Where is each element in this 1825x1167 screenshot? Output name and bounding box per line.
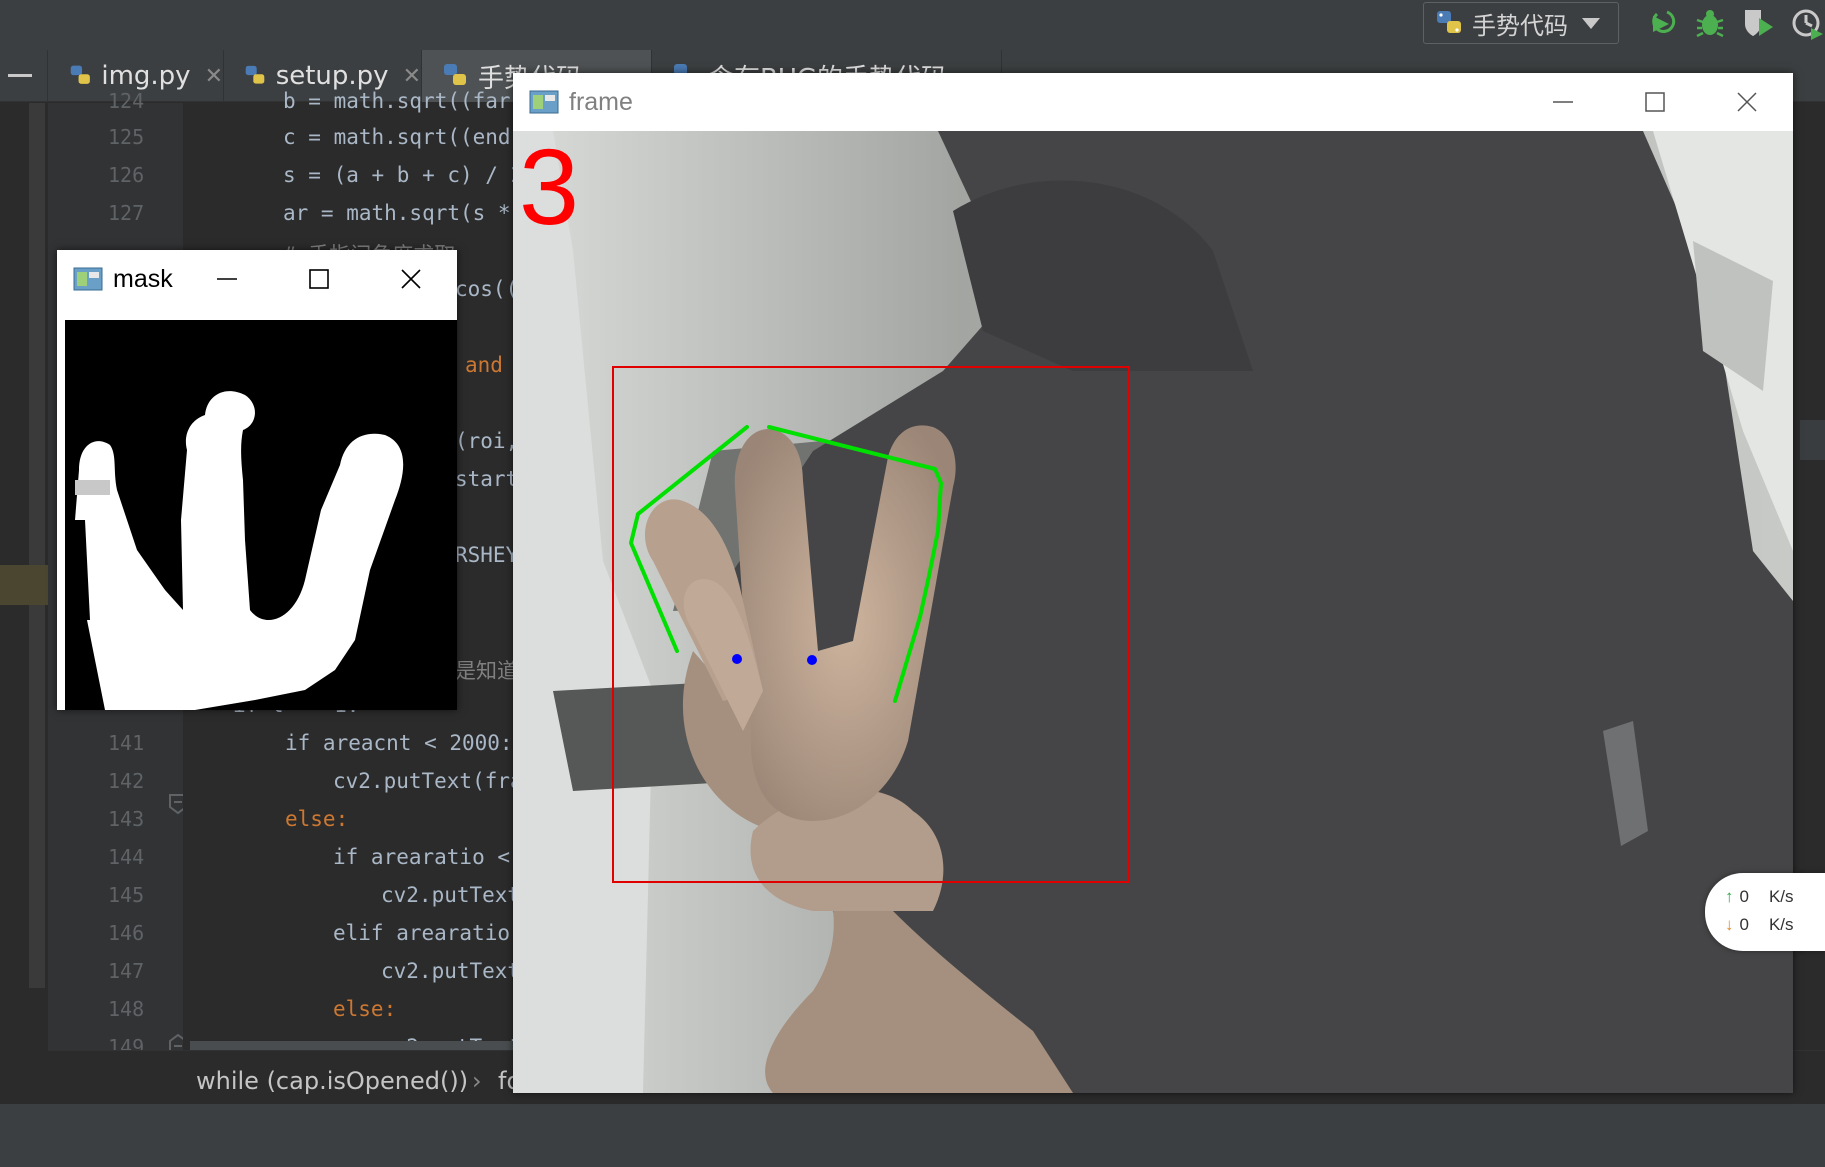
download-speed: 0 <box>1739 915 1749 934</box>
rerun-icon[interactable] <box>1645 6 1679 40</box>
minimize-button[interactable] <box>1517 73 1609 131</box>
code-line: cv2.putText(fra <box>333 769 523 793</box>
speed-unit: K/s <box>1768 887 1794 906</box>
minimize-icon <box>1553 101 1573 103</box>
code-keyword: else: <box>333 997 397 1021</box>
tab-label: setup.py <box>275 61 389 91</box>
defect-point <box>807 655 817 665</box>
close-icon <box>401 269 421 289</box>
code-line: s = (a + b + c) / 2 <box>283 163 524 187</box>
code-line: cv2.putText <box>381 959 521 983</box>
debug-icon[interactable] <box>1693 6 1727 40</box>
run-configuration-dropdown[interactable]: 手势代码 <box>1423 2 1619 44</box>
minus-icon <box>8 74 32 77</box>
line-number: 124 <box>108 89 145 113</box>
code-line: elif arearatio <box>333 921 511 945</box>
line-number: 125 <box>108 125 145 149</box>
run-configuration-label: 手势代码 <box>1472 11 1568 40</box>
code-keyword: else: <box>285 807 349 831</box>
desktop: 手势代码 img.py ✕ setup.py ✕ 手势代码 <box>0 0 1825 1167</box>
chevron-down-icon <box>1582 17 1600 29</box>
breadcrumb-item[interactable]: while (cap.isOpened()) <box>196 1067 468 1095</box>
code-line: ar = math.sqrt(s * <box>283 201 511 225</box>
close-icon[interactable]: ✕ <box>403 64 421 89</box>
defect-point <box>732 654 742 664</box>
upload-arrow-icon: ↑ <box>1725 887 1734 906</box>
code-comment: 是知道 <box>455 659 518 683</box>
close-button[interactable] <box>365 250 457 308</box>
code-line: c = math.sqrt((end[ <box>283 125 524 149</box>
code-line: RSHEY <box>455 543 519 567</box>
line-number: 126 <box>108 163 145 187</box>
camera-frame <box>513 131 1793 1093</box>
tab-label: img.py <box>101 61 191 91</box>
python-file-icon <box>70 65 90 84</box>
close-button[interactable] <box>1701 73 1793 131</box>
network-speed-widget[interactable]: ↑ 0 K/s ↓ 0 K/s <box>1705 873 1825 951</box>
python-file-icon <box>245 65 265 84</box>
app-icon <box>73 267 103 291</box>
python-file-icon <box>444 64 466 85</box>
status-bar <box>0 1104 1825 1167</box>
hide-panel-button[interactable] <box>0 50 48 102</box>
window-title: frame <box>569 87 633 116</box>
code-line: if areacnt < 2000: <box>285 731 513 755</box>
breadcrumb-separator: › <box>472 1067 482 1095</box>
line-number: 143 <box>108 807 145 831</box>
right-gutter-mark <box>1800 420 1825 460</box>
python-icon <box>1434 8 1464 38</box>
window-title: mask <box>113 264 173 293</box>
download-arrow-icon: ↓ <box>1725 915 1734 934</box>
app-icon <box>529 90 559 114</box>
mask-window[interactable]: mask <box>57 250 457 710</box>
side-panel-strip <box>29 103 45 988</box>
maximize-button[interactable] <box>1609 73 1701 131</box>
upload-speed: 0 <box>1739 887 1749 906</box>
breakpoint-line-highlight <box>0 565 48 605</box>
frame-window[interactable]: frame 3 <box>513 73 1793 1093</box>
line-number: 144 <box>108 845 145 869</box>
close-icon <box>1737 92 1757 112</box>
speed-unit: K/s <box>1768 915 1794 934</box>
line-number: 145 <box>108 883 145 907</box>
line-number: 147 <box>108 959 145 983</box>
close-icon[interactable]: ✕ <box>205 64 223 89</box>
ide-toolbar: 手势代码 <box>0 0 1825 50</box>
code-line: if arearatio < <box>333 845 511 869</box>
coverage-icon[interactable] <box>1741 6 1775 40</box>
code-line: start <box>455 467 519 491</box>
line-number: 146 <box>108 921 145 945</box>
maximize-button[interactable] <box>273 250 365 308</box>
profile-icon[interactable] <box>1789 6 1823 40</box>
maximize-icon <box>309 269 329 289</box>
minimize-icon <box>217 278 237 280</box>
code-line: (roi, <box>455 429 519 453</box>
maximize-icon <box>1645 92 1665 112</box>
code-line: cv2.putText <box>381 883 521 907</box>
code-line: b = math.sqrt((far[ <box>283 89 524 113</box>
line-number: 141 <box>108 731 145 755</box>
mask-window-titlebar[interactable]: mask <box>57 250 457 308</box>
finger-count-label: 3 <box>519 126 580 247</box>
frame-window-titlebar[interactable]: frame <box>513 73 1793 131</box>
line-number: 127 <box>108 201 145 225</box>
code-line: cos(( <box>455 277 519 301</box>
code-keyword: and <box>465 353 503 377</box>
minimize-button[interactable] <box>181 250 273 308</box>
line-number: 148 <box>108 997 145 1021</box>
mask-image <box>65 320 457 710</box>
line-number: 142 <box>108 769 145 793</box>
